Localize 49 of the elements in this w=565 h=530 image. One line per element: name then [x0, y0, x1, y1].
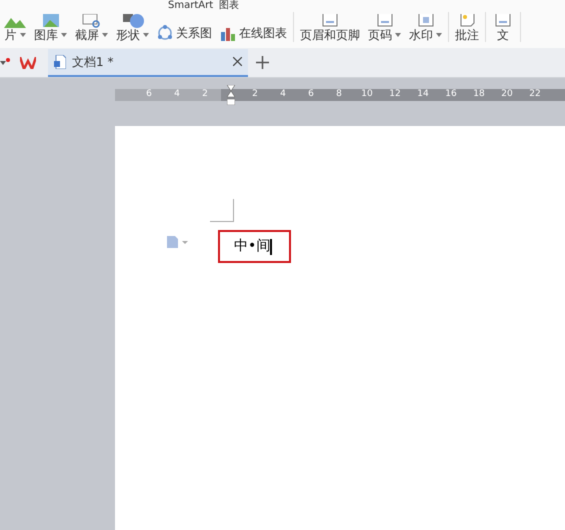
toolbar-button[interactable]: 批注	[455, 14, 479, 42]
ruler-number: 2	[201, 88, 209, 102]
caret-icon	[61, 33, 67, 37]
document-text: 中•间	[234, 237, 270, 256]
caret-icon	[395, 33, 401, 37]
caret-icon[interactable]	[0, 58, 10, 68]
toolbar-button[interactable]: 在线图表	[220, 24, 287, 42]
toolbar-button[interactable]: 形状	[116, 14, 149, 42]
text-cursor	[270, 238, 272, 254]
caret-icon	[436, 33, 442, 37]
ruler-number: 18	[472, 88, 486, 102]
document-icon	[54, 54, 66, 68]
close-icon[interactable]	[233, 57, 242, 66]
toolbar-button[interactable]: 图库	[34, 14, 67, 42]
add-tab-icon[interactable]	[256, 56, 269, 69]
toolbar-button[interactable]: 页码	[368, 14, 401, 42]
tab-title: 文档1 *	[72, 54, 114, 70]
ruler-number: 14	[416, 88, 430, 102]
caret-icon	[20, 33, 26, 37]
toolbar-button[interactable]: 文	[492, 14, 514, 42]
indent-marker-icon[interactable]	[227, 85, 235, 105]
logo-icon[interactable]	[20, 56, 36, 68]
ruler-number: 4	[279, 88, 287, 102]
ruler-number: 8	[335, 88, 343, 102]
toolbar-button[interactable]: 水印	[409, 14, 442, 42]
shapes-icon	[122, 14, 144, 28]
relation-icon	[157, 25, 173, 41]
toolbar-button[interactable]: 关系图	[157, 24, 212, 42]
toolbar-button[interactable]: 页眉和页脚	[300, 14, 360, 42]
ruler-number: 6	[145, 88, 153, 102]
chart-icon	[220, 25, 236, 41]
scissors-icon	[80, 14, 102, 28]
ruler-number: 6	[307, 88, 315, 102]
toolbar-button[interactable]: 截屏	[75, 14, 108, 42]
toolbar-button[interactable]: 片	[4, 14, 26, 42]
ruler-number: 22	[528, 88, 542, 102]
caret-icon	[143, 33, 149, 37]
text-box[interactable]: 中•间	[218, 230, 291, 263]
toolbar-label[interactable]: SmartArt	[168, 0, 214, 12]
ruler-number: 2	[251, 88, 259, 102]
ruler-number: 16	[444, 88, 458, 102]
ruler-number: 4	[173, 88, 181, 102]
ruler-number: 10	[360, 88, 374, 102]
document-tab[interactable]: 文档1 *	[48, 48, 248, 76]
margin-corner	[210, 199, 234, 222]
caret-icon	[102, 33, 108, 37]
toolbar-label[interactable]: 图表	[219, 0, 240, 12]
ruler-number: 20	[500, 88, 514, 102]
ruler-number: 12	[388, 88, 402, 102]
